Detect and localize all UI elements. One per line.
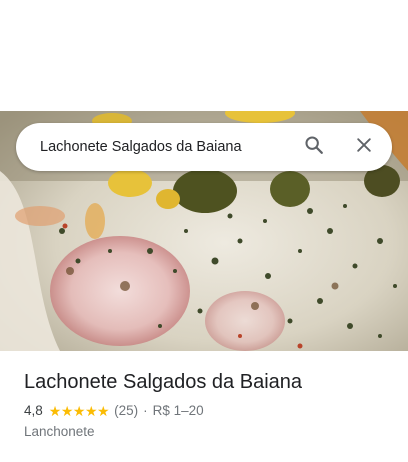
search-icon	[303, 134, 325, 161]
separator-dot: ·	[143, 403, 148, 418]
clear-search-button[interactable]	[340, 123, 388, 171]
search-input[interactable]: Lachonete Salgados da Baiana	[40, 139, 290, 155]
place-category: Lanchonete	[24, 424, 95, 439]
search-bar[interactable]: Lachonete Salgados da Baiana	[16, 123, 392, 171]
price-range: R$ 1–20	[152, 403, 204, 418]
rating-value: 4,8	[24, 403, 43, 418]
star-icon: ★	[72, 403, 86, 419]
star-rating: ★ ★ ★ ★ ★	[48, 403, 110, 419]
star-icon: ★	[60, 403, 74, 419]
star-icon: ★	[97, 403, 110, 419]
place-title[interactable]: Lachonete Salgados da Baiana	[24, 368, 394, 396]
rating-row: 4,8 ★ ★ ★ ★ ★ (25) · R$ 1–20	[24, 402, 394, 420]
close-icon	[354, 135, 374, 160]
search-button[interactable]	[290, 123, 338, 171]
star-icon: ★	[84, 403, 98, 419]
review-count[interactable]: (25)	[114, 402, 138, 420]
place-info-panel: Lachonete Salgados da Baiana 4,8 ★ ★ ★ ★…	[24, 368, 394, 441]
star-icon: ★	[48, 403, 62, 419]
